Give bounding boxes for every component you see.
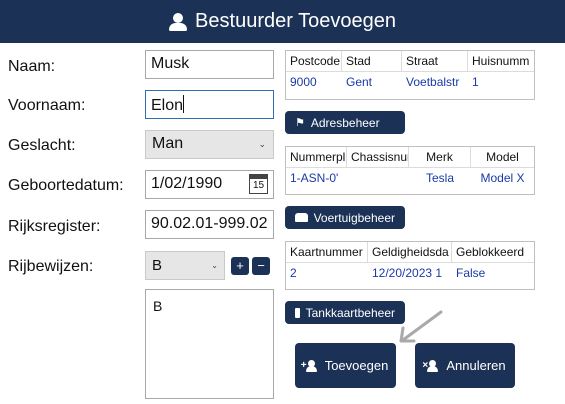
naam-input[interactable]: Musk: [145, 50, 274, 79]
geboortedatum-picker[interactable]: 1/02/1990 15: [145, 170, 274, 199]
column-header[interactable]: Geldigheidsda: [368, 242, 452, 262]
table-cell: [347, 168, 409, 188]
card-icon: [295, 307, 300, 318]
pointer-arrow-icon: [399, 310, 443, 343]
voornaam-input[interactable]: Elon: [145, 90, 274, 119]
rijbewijs-select[interactable]: B ⌄: [145, 251, 225, 280]
table-cell: 2: [290, 266, 297, 280]
rijbewijzen-label: Rijbewijzen:: [8, 258, 94, 275]
text-caret: [183, 95, 185, 113]
adresbeheer-label: Adresbeheer: [310, 115, 380, 130]
table-cell: 12/20/2023 1: [372, 266, 443, 280]
table-cell: 9000: [290, 75, 317, 89]
add-rijbewijs-button[interactable]: +: [231, 257, 249, 275]
rijksregister-label: Rijksregister:: [8, 218, 101, 235]
adresbeheer-button[interactable]: ⚑ Adresbeheer: [285, 111, 405, 134]
car-icon: [295, 213, 308, 222]
column-header[interactable]: Geblokkeerd: [452, 242, 534, 262]
annuleren-label: Annuleren: [446, 358, 506, 373]
column-header[interactable]: Postcode: [286, 51, 342, 71]
tankkaartbeheer-label: Tankkaartbeheer: [305, 305, 395, 320]
chevron-down-icon: ⌄: [258, 139, 266, 149]
table-cell: 1-ASN-0': [290, 171, 339, 185]
table-cell: Voetbalstr: [406, 75, 460, 89]
grid-header: Postcode Stad Straat Huisnumm: [286, 51, 534, 72]
annuleren-button[interactable]: × Annuleren: [415, 343, 515, 388]
tankkaartbeheer-button[interactable]: Tankkaartbeheer: [285, 301, 405, 324]
address-icon: ⚑: [295, 117, 305, 129]
remove-user-icon: ×: [422, 359, 440, 372]
geslacht-label: Geslacht:: [8, 137, 76, 154]
voertuigbeheer-label: Voertuigbeheer: [313, 210, 395, 225]
column-header[interactable]: Nummerpl: [286, 147, 347, 167]
naam-value: Musk: [151, 55, 190, 72]
toevoegen-button[interactable]: + Toevoegen: [295, 343, 396, 388]
column-header[interactable]: Stad: [342, 51, 402, 71]
adres-grid[interactable]: Postcode Stad Straat Huisnumm 9000 Gent …: [285, 50, 535, 100]
table-cell: Gent: [346, 75, 373, 89]
voertuigbeheer-button[interactable]: Voertuigbeheer: [285, 206, 405, 229]
calendar-day: 15: [252, 180, 265, 191]
list-item[interactable]: B: [153, 298, 266, 314]
rijksregister-input[interactable]: 90.02.01-999.02: [145, 210, 274, 239]
naam-label: Naam:: [8, 58, 56, 75]
calendar-icon[interactable]: 15: [249, 174, 268, 194]
column-header[interactable]: Model: [471, 147, 534, 167]
table-cell: 1: [472, 75, 479, 89]
add-user-icon: +: [301, 359, 319, 372]
table-cell: Model X: [480, 171, 525, 185]
geboortedatum-label: Geboortedatum:: [8, 177, 124, 194]
geslacht-value: Man: [152, 135, 184, 152]
rijbewijs-selected: B: [152, 257, 163, 274]
grid-header: Nummerpl Chassisnur Merk Model: [286, 147, 534, 168]
table-row[interactable]: 1-ASN-0' Tesla Model X: [286, 168, 534, 188]
table-cell: False: [456, 266, 486, 280]
voornaam-value: Elon: [151, 97, 184, 114]
column-header[interactable]: Huisnumm: [468, 51, 534, 71]
user-icon: [169, 12, 188, 31]
title-bar: Bestuurder Toevoegen: [0, 0, 565, 43]
table-cell: Tesla: [425, 171, 454, 185]
rijksregister-value: 90.02.01-999.02: [151, 215, 268, 232]
chevron-down-icon: ⌄: [211, 261, 218, 270]
column-header[interactable]: Kaartnummer: [286, 242, 368, 262]
voornaam-label: Voornaam:: [8, 97, 86, 114]
tankkaart-grid[interactable]: Kaartnummer Geldigheidsda Geblokkeerd 2 …: [285, 241, 535, 290]
remove-rijbewijs-button[interactable]: −: [252, 257, 270, 275]
column-header[interactable]: Merk: [409, 147, 471, 167]
window-title: Bestuurder Toevoegen: [195, 10, 396, 32]
rijbewijzen-list[interactable]: B: [145, 289, 274, 399]
table-row[interactable]: 2 12/20/2023 1 False: [286, 263, 534, 283]
geboortedatum-value: 1/02/1990: [151, 175, 223, 192]
column-header[interactable]: Chassisnur: [347, 147, 409, 167]
grid-header: Kaartnummer Geldigheidsda Geblokkeerd: [286, 242, 534, 263]
geslacht-select[interactable]: Man ⌄: [145, 130, 274, 159]
table-row[interactable]: 9000 Gent Voetbalstr 1: [286, 72, 534, 92]
voertuig-grid[interactable]: Nummerpl Chassisnur Merk Model 1-ASN-0' …: [285, 146, 535, 195]
column-header[interactable]: Straat: [402, 51, 468, 71]
toevoegen-label: Toevoegen: [324, 358, 389, 373]
